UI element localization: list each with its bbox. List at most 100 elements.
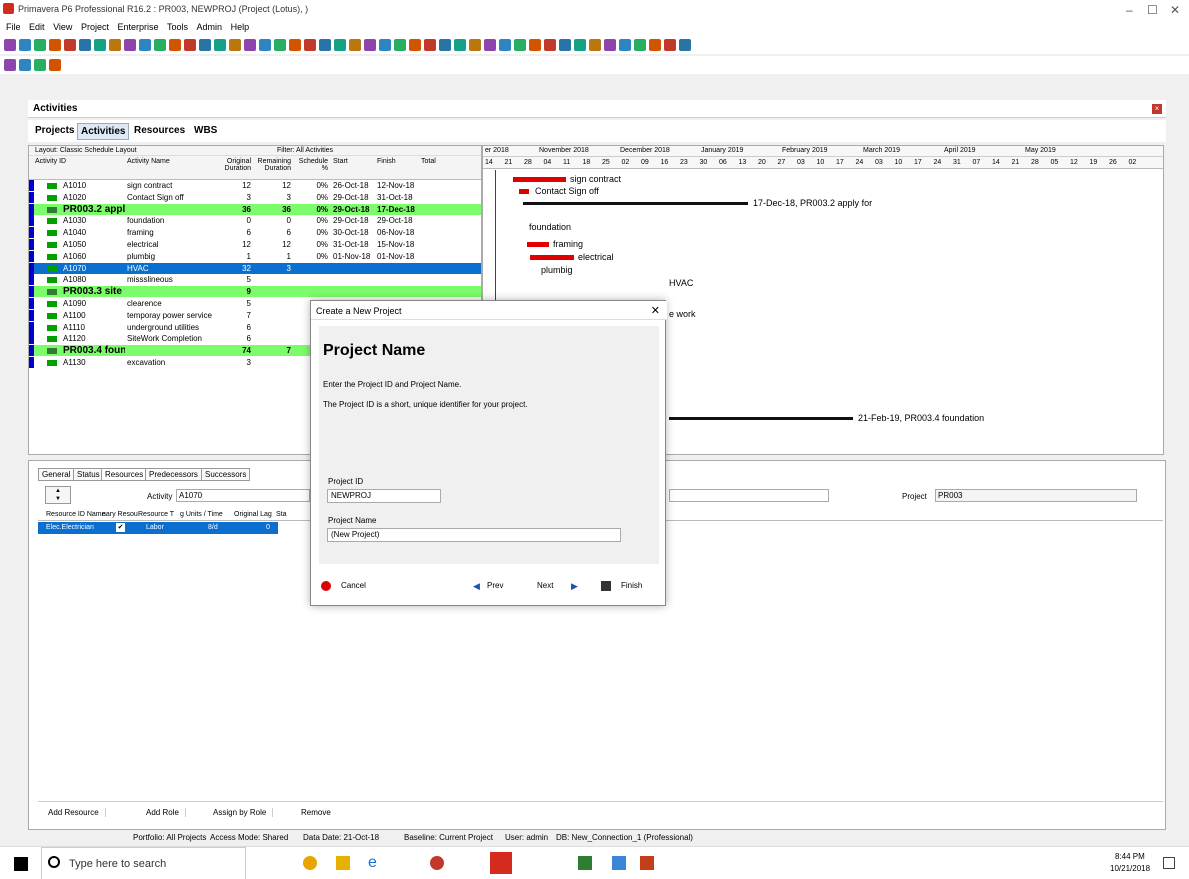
tab-activities[interactable]: Activities xyxy=(77,123,130,140)
activity-row[interactable]: A1020 Contact Sign off 3 3 0% 29-Oct-18 31-Oct… xyxy=(29,191,481,203)
chrome-icon[interactable] xyxy=(303,856,317,870)
toolbar-icon[interactable] xyxy=(649,39,661,51)
remove-button[interactable]: Remove xyxy=(301,808,331,817)
bar-a1010[interactable] xyxy=(513,177,566,182)
toolbar-icon[interactable] xyxy=(439,39,451,51)
primary-checkbox[interactable]: ✔ xyxy=(116,523,125,532)
notifications-icon[interactable] xyxy=(1163,857,1175,869)
toolbar-icon[interactable] xyxy=(49,59,61,71)
col-start[interactable]: Start xyxy=(333,158,348,165)
tab-wbs[interactable]: WBS xyxy=(191,123,220,138)
detail-tab-successors[interactable]: Successors xyxy=(201,468,251,481)
activity-row[interactable]: A1060 plumbig 1 1 0% 01-Nov-18 01-Nov-18 xyxy=(29,250,481,262)
res-col-name[interactable]: Resource ID Name xyxy=(46,511,106,518)
col-total-float[interactable]: Total xyxy=(421,158,436,165)
detail-tab-general[interactable]: General xyxy=(38,468,75,481)
toolbar-icon[interactable] xyxy=(349,39,361,51)
toolbar-icon[interactable] xyxy=(514,39,526,51)
toolbar-icon[interactable] xyxy=(229,39,241,51)
cancel-button[interactable]: Cancel xyxy=(321,577,381,595)
toolbar-icon[interactable] xyxy=(394,39,406,51)
toolbar-icon[interactable] xyxy=(319,39,331,51)
add-role-button[interactable]: Add Role xyxy=(146,808,186,817)
res-col-type[interactable]: Resource T xyxy=(138,511,174,518)
menu-tools[interactable]: Tools xyxy=(167,22,188,32)
menu-file[interactable]: File xyxy=(6,22,21,32)
toolbar-icon[interactable] xyxy=(619,39,631,51)
menu-enterprise[interactable]: Enterprise xyxy=(117,22,158,32)
primavera-taskbar-icon[interactable] xyxy=(490,852,512,874)
project-id-input[interactable]: NEWPROJ xyxy=(327,489,441,503)
res-col-units[interactable]: g Units / Time xyxy=(180,511,223,518)
menu-help[interactable]: Help xyxy=(231,22,250,32)
activity-row[interactable]: A1070 HVAC 32 3 xyxy=(29,262,481,274)
toolbar-icon[interactable] xyxy=(679,39,691,51)
toolbar-icon[interactable] xyxy=(34,59,46,71)
col-schedule-pct[interactable]: Schedule % xyxy=(294,158,328,172)
toolbar-icon[interactable] xyxy=(214,39,226,51)
layout-label[interactable]: Layout: Classic Schedule Layout xyxy=(35,147,137,154)
toolbar-icon[interactable] xyxy=(4,39,16,51)
toolbar-icon[interactable] xyxy=(19,39,31,51)
restore-button[interactable]: ☐ xyxy=(1147,3,1158,17)
toolbar-icon[interactable] xyxy=(94,39,106,51)
app-icon[interactable] xyxy=(430,856,444,870)
toolbar-icon[interactable] xyxy=(154,39,166,51)
toolbar-icon[interactable] xyxy=(529,39,541,51)
toolbar-icon[interactable] xyxy=(499,39,511,51)
taskbar-search[interactable]: Type here to search xyxy=(41,847,246,879)
toolbar-icon[interactable] xyxy=(124,39,136,51)
clock-date[interactable]: 10/21/2018 xyxy=(1110,864,1150,873)
activity-row[interactable]: A1040 framing 6 6 0% 30-Oct-18 06-Nov-18 xyxy=(29,227,481,239)
col-finish[interactable]: Finish xyxy=(377,158,396,165)
detail-tab-status[interactable]: Status xyxy=(73,468,104,481)
activity-row[interactable]: A1030 foundation 0 0 0% 29-Oct-18 29-Oct-18 xyxy=(29,215,481,227)
filter-label[interactable]: Filter: All Activities xyxy=(277,147,333,154)
toolbar-icon[interactable] xyxy=(559,39,571,51)
edge-icon[interactable]: e xyxy=(368,855,382,871)
bar-wbs-4[interactable] xyxy=(669,417,853,420)
close-button[interactable]: ✕ xyxy=(1170,3,1180,17)
col-activity-id[interactable]: Activity ID xyxy=(35,158,66,165)
menu-admin[interactable]: Admin xyxy=(197,22,223,32)
menu-view[interactable]: View xyxy=(53,22,72,32)
tab-resources[interactable]: Resources xyxy=(131,123,188,138)
wbs-row[interactable]: PR003.2 apply for 36 36 0% 29-Oct-18 17-Dec-1… xyxy=(29,203,481,215)
toolbar-icon[interactable] xyxy=(664,39,676,51)
p6-icon[interactable] xyxy=(578,856,592,870)
menu-project[interactable]: Project xyxy=(81,22,109,32)
dialog-close-button[interactable]: ✕ xyxy=(651,304,660,317)
menu-edit[interactable]: Edit xyxy=(29,22,45,32)
toolbar-icon[interactable] xyxy=(169,39,181,51)
toolbar-icon[interactable] xyxy=(604,39,616,51)
res-col-lag[interactable]: Original Lag xyxy=(234,511,272,518)
bar-wbs-2[interactable] xyxy=(523,202,748,205)
toolbar-icon[interactable] xyxy=(289,39,301,51)
toolbar-icon[interactable] xyxy=(49,39,61,51)
res-col-primary[interactable]: nary Resou xyxy=(102,511,138,518)
activity-row[interactable]: A1010 sign contract 12 12 0% 26-Oct-18 12-Nov-… xyxy=(29,180,481,191)
bar-a1040[interactable] xyxy=(527,242,549,247)
detail-tab-predecessors[interactable]: Predecessors xyxy=(145,468,202,481)
toolbar-icon[interactable] xyxy=(589,39,601,51)
activity-row[interactable]: A1080 missslineous 5 xyxy=(29,274,481,286)
toolbar-icon[interactable] xyxy=(574,39,586,51)
toolbar-icon[interactable] xyxy=(364,39,376,51)
wbs-row[interactable]: PR003.3 site work 9 xyxy=(29,286,481,298)
photos-icon[interactable] xyxy=(612,856,626,870)
toolbar-icon[interactable] xyxy=(274,39,286,51)
powerpoint-icon[interactable] xyxy=(640,856,654,870)
col-activity-name[interactable]: Activity Name xyxy=(127,158,170,165)
toolbar-icon[interactable] xyxy=(544,39,556,51)
activity-id-field[interactable]: A1070 xyxy=(176,489,310,502)
tab-projects[interactable]: Projects xyxy=(32,123,77,138)
add-resource-button[interactable]: Add Resource xyxy=(48,808,106,817)
res-col-start[interactable]: Sta xyxy=(276,511,287,518)
toolbar-icon[interactable] xyxy=(109,39,121,51)
toolbar-icon[interactable] xyxy=(469,39,481,51)
toolbar-icon[interactable] xyxy=(64,39,76,51)
clock-time[interactable]: 8:44 PM xyxy=(1115,852,1145,861)
bar-a1050[interactable] xyxy=(530,255,574,260)
toolbar-icon[interactable] xyxy=(139,39,151,51)
toolbar-icon[interactable] xyxy=(244,39,256,51)
